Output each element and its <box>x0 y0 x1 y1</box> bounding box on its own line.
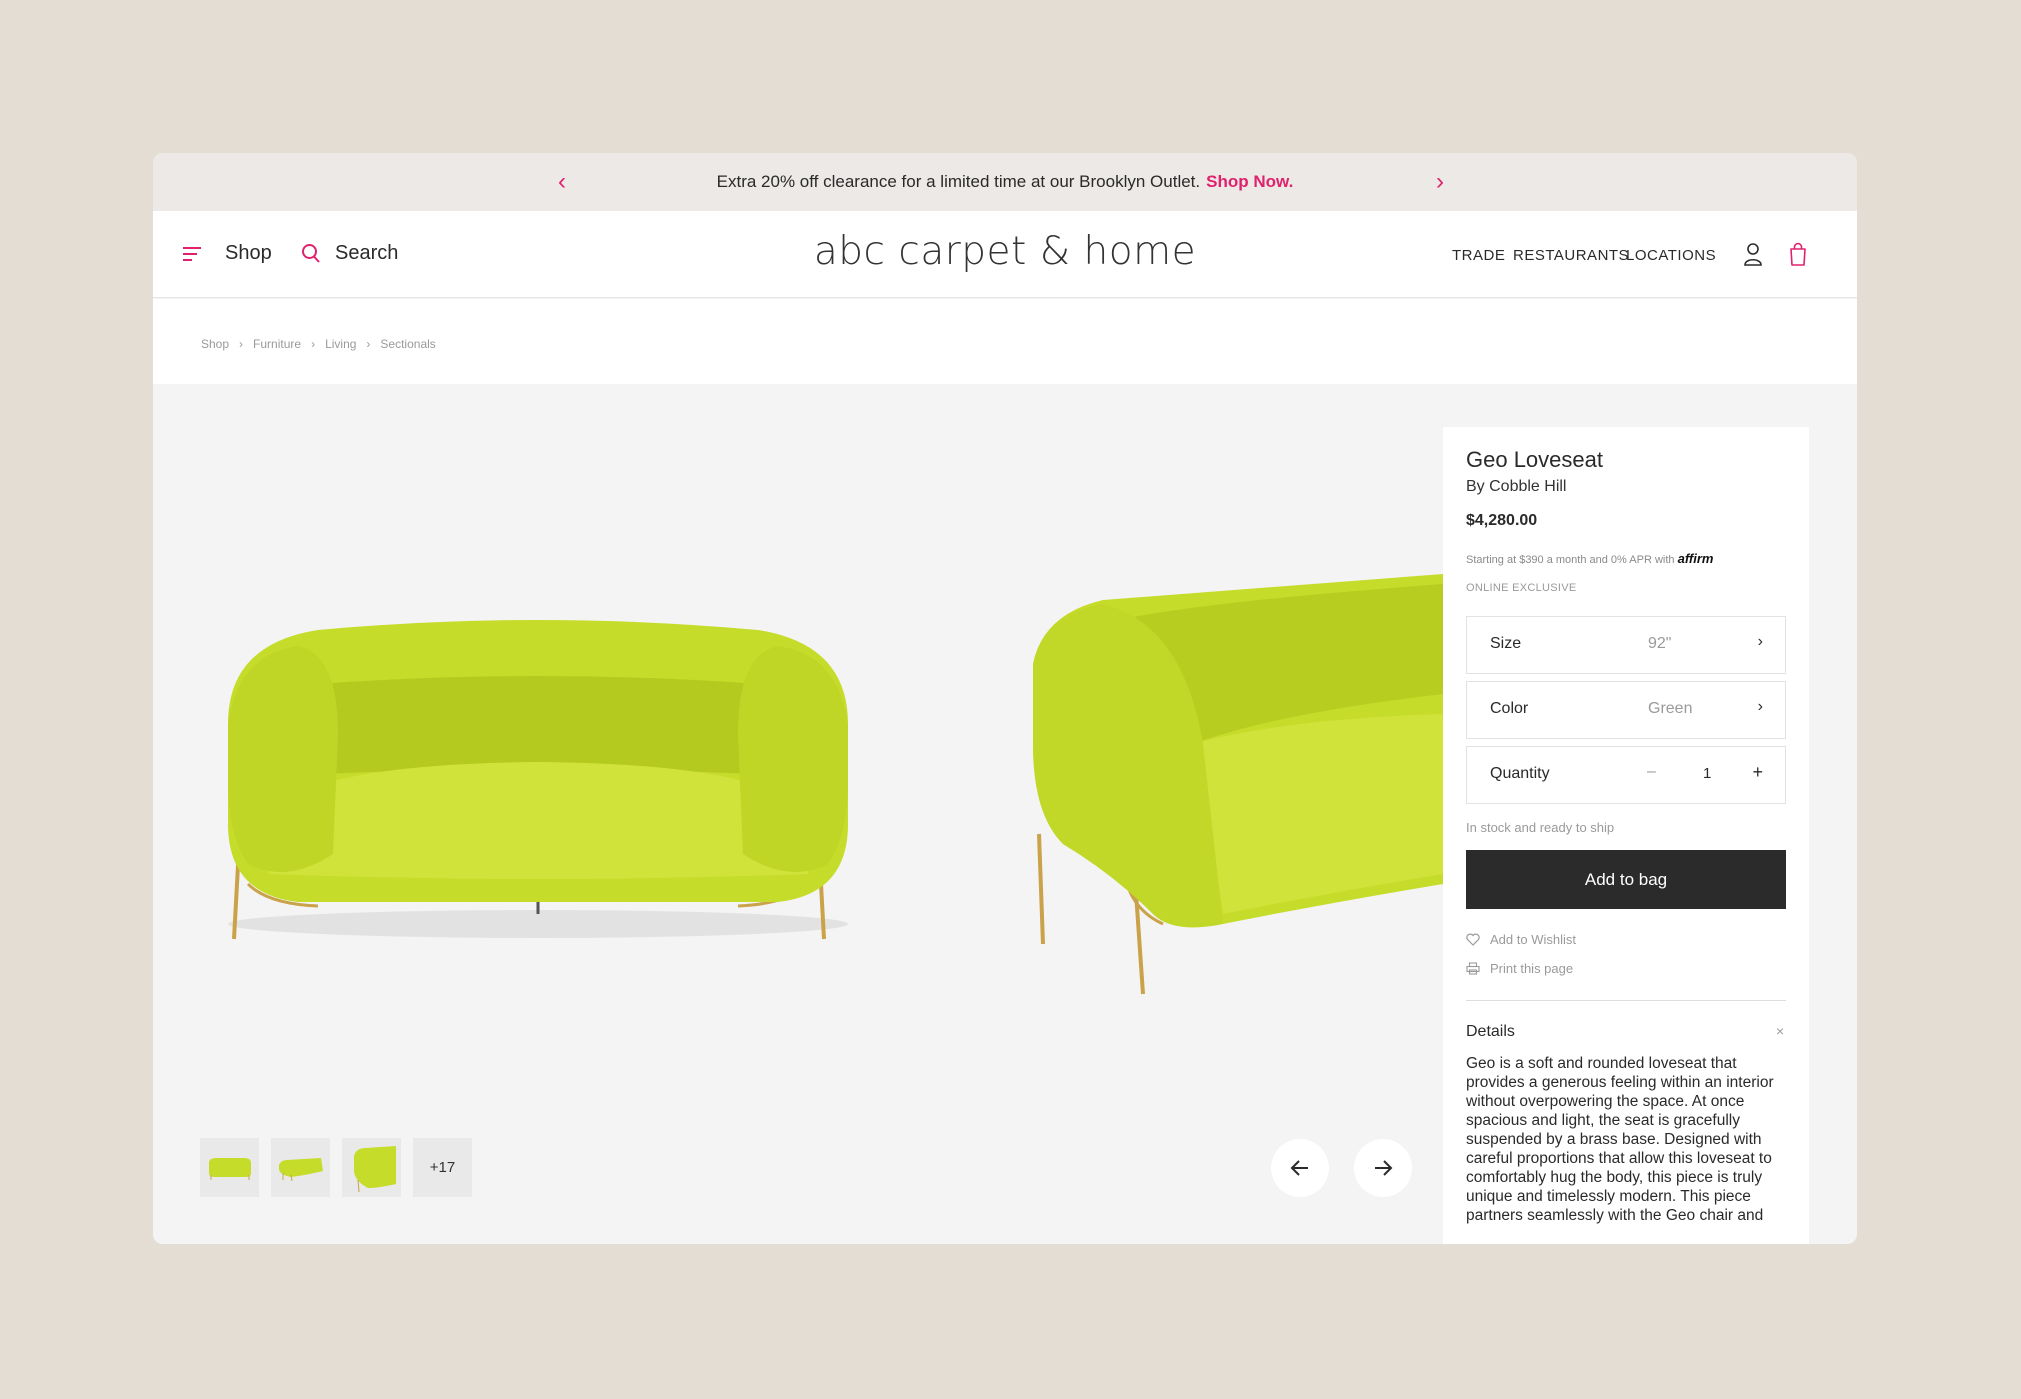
breadcrumb: Shop › Furniture › Living › Sectionals <box>201 337 436 351</box>
divider <box>1466 1000 1786 1001</box>
thumbnail-2[interactable] <box>271 1138 330 1197</box>
quantity-label: Quantity <box>1490 765 1550 782</box>
chevron-right-icon: › <box>1757 698 1763 715</box>
product-gallery: +17 <box>153 384 1443 1244</box>
quantity-decrement-button[interactable]: – <box>1647 763 1656 781</box>
breadcrumb-bar: Shop › Furniture › Living › Sectionals <box>153 299 1857 384</box>
financing-text: Starting at $390 a month and 0% APR with <box>1466 554 1675 566</box>
thumbnail-3[interactable] <box>342 1138 401 1197</box>
color-selector[interactable]: Color Green › <box>1466 681 1786 739</box>
promo-message: Extra 20% off clearance for a limited ti… <box>716 172 1201 191</box>
breadcrumb-living[interactable]: Living <box>325 337 356 351</box>
promo-bar: ‹ Extra 20% off clearance for a limited … <box>153 153 1857 211</box>
product-description: Geo is a soft and rounded loveseat that … <box>1466 1055 1774 1224</box>
breadcrumb-separator-icon: › <box>311 337 316 351</box>
breadcrumb-separator-icon: › <box>239 337 244 351</box>
wishlist-label: Add to Wishlist <box>1490 932 1576 947</box>
size-label: Size <box>1490 635 1522 652</box>
nav-trade[interactable]: TRADE <box>1452 247 1505 264</box>
financing-note: Starting at $390 a month and 0% APR with… <box>1466 551 1713 566</box>
gallery-prev-arrow-left-icon[interactable] <box>1271 1139 1329 1197</box>
quantity-value[interactable]: 1 <box>1703 765 1711 782</box>
printer-icon <box>1466 962 1480 975</box>
product-brand[interactable]: By Cobble Hill <box>1466 478 1566 496</box>
promo-shop-now-link[interactable]: Shop Now. <box>1206 172 1293 192</box>
promo-next-chevron-right-icon[interactable]: › <box>1436 168 1444 196</box>
thumbnail-1[interactable] <box>200 1138 259 1197</box>
breadcrumb-sectionals[interactable]: Sectionals <box>380 337 435 351</box>
add-to-wishlist-link[interactable]: Add to Wishlist <box>1466 932 1576 947</box>
stock-status: In stock and ready to ship <box>1466 820 1615 835</box>
product-image-angle[interactable] <box>1023 544 1443 1004</box>
add-to-bag-button[interactable]: Add to bag <box>1466 850 1786 909</box>
color-label: Color <box>1490 700 1529 717</box>
product-info-panel: Geo Loveseat By Cobble Hill $4,280.00 St… <box>1443 427 1809 1244</box>
size-value: 92" <box>1648 635 1672 652</box>
online-exclusive-badge: ONLINE EXCLUSIVE <box>1466 582 1577 594</box>
thumbnail-more[interactable]: +17 <box>413 1138 472 1197</box>
product-image-front[interactable] <box>208 584 868 944</box>
breadcrumb-separator-icon: › <box>366 337 371 351</box>
affirm-logo[interactable]: affirm <box>1678 551 1714 566</box>
user-icon[interactable] <box>1742 241 1764 267</box>
heart-icon <box>1466 933 1480 946</box>
details-heading[interactable]: Details <box>1466 1023 1515 1041</box>
quantity-increment-button[interactable]: + <box>1752 762 1763 783</box>
browser-frame: ‹ Extra 20% off clearance for a limited … <box>153 153 1857 1244</box>
product-price: $4,280.00 <box>1466 512 1538 529</box>
size-selector[interactable]: Size 92" › <box>1466 616 1786 674</box>
breadcrumb-shop[interactable]: Shop <box>201 337 229 351</box>
quantity-stepper: Quantity – 1 + <box>1466 746 1786 804</box>
chevron-right-icon: › <box>1757 633 1763 650</box>
color-value: Green <box>1648 700 1693 717</box>
promo-prev-chevron-left-icon[interactable]: ‹ <box>558 168 566 196</box>
print-page-link[interactable]: Print this page <box>1466 961 1573 976</box>
details-close-icon[interactable]: × <box>1776 1023 1784 1039</box>
product-title: Geo Loveseat <box>1466 447 1603 472</box>
thumbnail-strip: +17 <box>200 1138 472 1197</box>
nav-locations[interactable]: LOCATIONS <box>1626 247 1716 264</box>
breadcrumb-furniture[interactable]: Furniture <box>253 337 301 351</box>
gallery-next-arrow-right-icon[interactable] <box>1354 1139 1412 1197</box>
nav-restaurants[interactable]: RESTAURANTS <box>1513 247 1629 264</box>
print-label: Print this page <box>1490 961 1574 976</box>
shopping-bag-icon[interactable] <box>1787 241 1809 267</box>
site-header: Shop Search abc carpet & home TRADE REST… <box>153 211 1857 298</box>
